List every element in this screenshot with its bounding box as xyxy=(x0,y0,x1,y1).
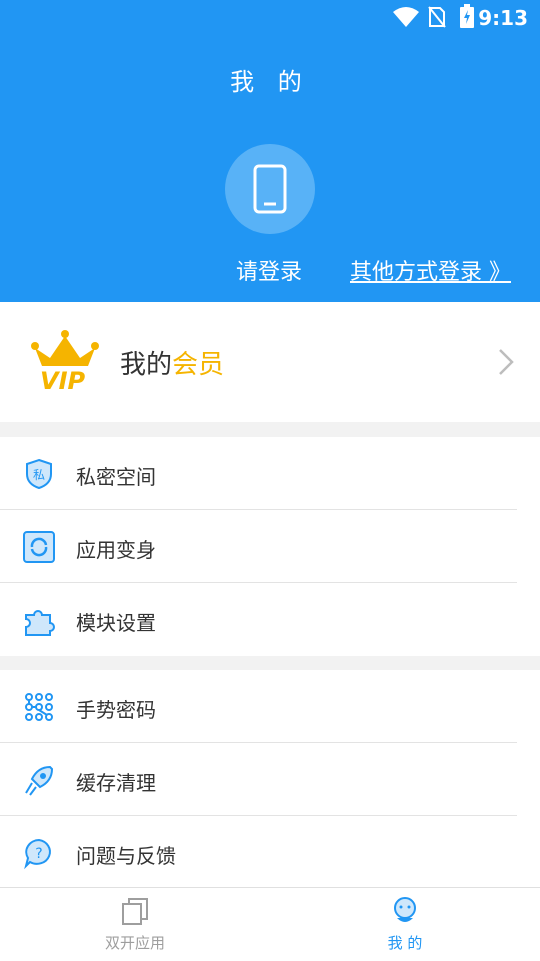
menu-item-label: 缓存清理 xyxy=(76,771,156,795)
menu-item-label: 手势密码 xyxy=(76,698,156,722)
tab-mine[interactable]: 我 的 xyxy=(270,888,540,961)
no-sim-icon xyxy=(428,6,446,28)
wifi-icon xyxy=(393,7,419,27)
menu-item-label: 应用变身 xyxy=(76,538,156,562)
menu-item-label: 问题与反馈 xyxy=(76,844,176,868)
status-time: 9:13 xyxy=(478,6,528,30)
phone-icon xyxy=(253,164,287,214)
vip-title: 我的会员 xyxy=(120,344,224,381)
menu-item-app-transform[interactable]: 应用变身 xyxy=(0,510,540,583)
menu-group-2: 手势密码 缓存清理 ? 问题与反馈 xyxy=(0,670,540,887)
rocket-icon xyxy=(25,765,54,796)
chevron-right-icon xyxy=(499,349,514,375)
page-title: 我 的 xyxy=(230,68,310,96)
battery-charging-icon xyxy=(460,4,474,28)
menu-item-label: 模块设置 xyxy=(76,611,156,635)
puzzle-icon xyxy=(25,610,55,636)
menu-item-label: 私密空间 xyxy=(76,465,156,489)
header: 9:13 我 的 请登录 其他方式登录 》 xyxy=(0,0,540,302)
transform-icon xyxy=(23,531,55,563)
menu-item-module-settings[interactable]: 模块设置 xyxy=(0,583,540,656)
vip-logo-text: VIP xyxy=(40,367,86,392)
tab-label: 双开应用 xyxy=(104,934,165,952)
login-link[interactable]: 请登录 xyxy=(236,254,302,286)
other-login-link[interactable]: 其他方式登录 》 xyxy=(350,254,511,286)
bottom-nav: 双开应用 我 的 xyxy=(0,887,540,961)
menu-item-cache-clean[interactable]: 缓存清理 xyxy=(0,743,540,816)
tab-dual-app[interactable]: 双开应用 xyxy=(0,888,270,961)
svg-text:私: 私 xyxy=(33,468,45,482)
avatar[interactable] xyxy=(225,144,315,234)
menu-group-1: 私 私密空间 应用变身 模块设置 xyxy=(0,437,540,656)
feedback-icon: ? xyxy=(24,838,51,870)
status-bar: 9:13 xyxy=(0,0,540,36)
shield-private-icon: 私 xyxy=(26,458,52,490)
gesture-grid-icon xyxy=(25,693,53,721)
menu-item-private-space[interactable]: 私 私密空间 xyxy=(0,437,540,510)
profile-icon xyxy=(394,897,416,922)
menu-item-feedback[interactable]: ? 问题与反馈 xyxy=(0,816,540,889)
menu-item-gesture-password[interactable]: 手势密码 xyxy=(0,670,540,743)
vip-title-accent: 会员 xyxy=(172,350,225,380)
svg-text:?: ? xyxy=(35,846,42,862)
dual-app-icon xyxy=(122,898,148,925)
vip-title-prefix: 我的 xyxy=(120,350,173,380)
vip-crown-icon: VIP xyxy=(31,330,99,392)
tab-label: 我 的 xyxy=(387,934,423,952)
